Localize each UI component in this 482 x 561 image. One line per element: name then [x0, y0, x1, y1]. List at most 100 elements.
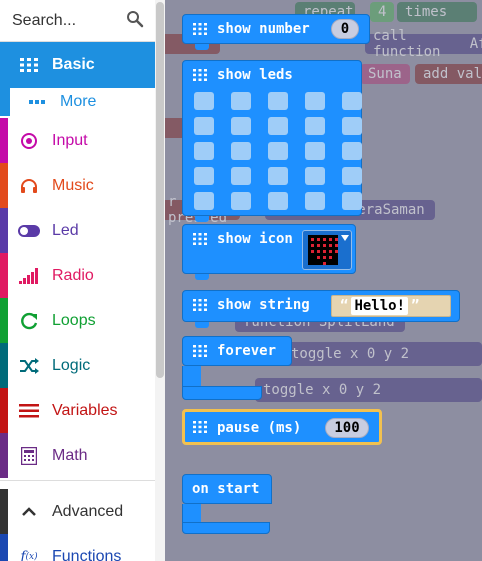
category-loops[interactable]: Loops: [0, 298, 155, 343]
category-more[interactable]: More: [0, 88, 155, 116]
target-icon: [18, 132, 40, 150]
category-basic[interactable]: Basic: [0, 42, 155, 88]
led-cell[interactable]: [268, 117, 288, 135]
ghost-text: 2: [372, 382, 382, 398]
led-cell[interactable]: [231, 117, 251, 135]
led-cell[interactable]: [268, 142, 288, 160]
block-notch: [195, 216, 209, 222]
toggle-block: toggle x 0 y 2: [283, 342, 482, 366]
led-cell[interactable]: [305, 92, 325, 110]
duration-input[interactable]: 100: [325, 418, 369, 438]
ghost-text: 4: [378, 4, 387, 20]
ghost-text: add val: [423, 66, 482, 82]
led-cell[interactable]: [268, 92, 288, 110]
add-val-block: add val: [415, 64, 482, 84]
led-cell[interactable]: [194, 142, 214, 160]
toolbox-scrollbar[interactable]: [155, 0, 165, 561]
show-string-block[interactable]: show string “ Hello! ”: [182, 290, 460, 322]
category-input[interactable]: Input: [0, 118, 155, 163]
category-functions[interactable]: f (x) Functions: [0, 534, 155, 561]
forever-block[interactable]: forever: [182, 336, 292, 366]
show-number-block[interactable]: show number 0: [182, 14, 370, 44]
open-quote: “: [340, 298, 349, 314]
on-start-block[interactable]: on start: [182, 474, 272, 504]
lines-icon: [18, 403, 40, 418]
category-math[interactable]: Math: [0, 433, 155, 478]
scrollbar-thumb[interactable]: [156, 2, 164, 378]
times-label: times: [397, 2, 477, 22]
led-cell[interactable]: [194, 167, 214, 185]
category-label: Math: [52, 446, 88, 464]
led-matrix[interactable]: [188, 90, 364, 210]
ghost-text: y: [355, 382, 365, 398]
forever-block-spine: [182, 366, 201, 388]
sound-dropdown: Suna: [360, 64, 410, 84]
forever-block-bottom: [182, 386, 262, 400]
basic-grid-icon: [193, 23, 207, 35]
category-radio[interactable]: Radio: [0, 253, 155, 298]
category-led[interactable]: Led: [0, 208, 155, 253]
block-label: forever: [217, 343, 277, 359]
call-function-block: call function Afi: [365, 28, 482, 60]
led-cell[interactable]: [194, 117, 214, 135]
led-cell[interactable]: [231, 92, 251, 110]
led-cell[interactable]: [231, 142, 251, 160]
string-input[interactable]: “ Hello! ”: [331, 295, 451, 317]
refresh-icon: [18, 312, 40, 330]
category-label: Led: [52, 221, 79, 239]
led-cell[interactable]: [342, 117, 362, 135]
ghost-text: toggle: [291, 346, 342, 362]
on-start-spine: [182, 504, 201, 524]
ghost-text: Afi: [469, 36, 482, 52]
ghost-text: x: [322, 382, 331, 398]
ghost-text: 0: [338, 382, 348, 398]
dropdown-arrow-icon: [341, 235, 349, 241]
category-advanced[interactable]: Advanced: [0, 489, 155, 534]
headphones-icon: [18, 178, 40, 194]
led-cell[interactable]: [231, 192, 251, 210]
led-cell[interactable]: [305, 167, 325, 185]
category-music[interactable]: Music: [0, 163, 155, 208]
led-cell[interactable]: [194, 92, 214, 110]
led-cell[interactable]: [342, 192, 362, 210]
basic-grid-icon: [193, 421, 207, 433]
number-input[interactable]: 0: [331, 19, 359, 39]
shuffle-icon: [18, 357, 40, 374]
function-icon: f (x): [20, 548, 38, 561]
led-cell[interactable]: [305, 117, 325, 135]
category-variables[interactable]: Variables: [0, 388, 155, 433]
block-label: on start: [192, 481, 260, 497]
pause-block[interactable]: pause (ms) 100: [182, 409, 382, 445]
led-cell[interactable]: [194, 192, 214, 210]
ghost-text: call function: [373, 28, 441, 60]
toolbox-search[interactable]: Search...: [0, 0, 155, 42]
dots-icon: [26, 100, 48, 104]
led-cell[interactable]: [305, 142, 325, 160]
led-cell[interactable]: [342, 167, 362, 185]
led-cell[interactable]: [342, 142, 362, 160]
block-label: show icon: [217, 231, 293, 247]
led-cell[interactable]: [268, 192, 288, 210]
basic-grid-icon: [193, 345, 207, 357]
led-cell[interactable]: [305, 192, 325, 210]
basic-grid-icon: [193, 69, 207, 81]
block-notch: [195, 322, 209, 328]
category-logic[interactable]: Logic: [0, 343, 155, 388]
search-input[interactable]: Search...: [12, 12, 76, 30]
category-label: Music: [52, 176, 94, 194]
string-value[interactable]: Hello!: [351, 297, 409, 315]
toggle-block: toggle x 0 y 2: [255, 378, 482, 402]
category-label: Input: [52, 131, 88, 149]
category-label: Variables: [52, 401, 118, 419]
led-cell[interactable]: [268, 167, 288, 185]
icon-dropdown[interactable]: [302, 230, 352, 270]
category-label: Advanced: [52, 502, 124, 520]
led-cell[interactable]: [342, 92, 362, 110]
category-label: Functions: [52, 547, 122, 561]
led-cell[interactable]: [231, 167, 251, 185]
category-label: Loops: [52, 311, 96, 329]
block-label: pause (ms): [217, 420, 302, 436]
basic-grid-icon: [193, 233, 207, 245]
basic-grid-icon: [193, 299, 207, 311]
search-icon[interactable]: [126, 10, 144, 28]
